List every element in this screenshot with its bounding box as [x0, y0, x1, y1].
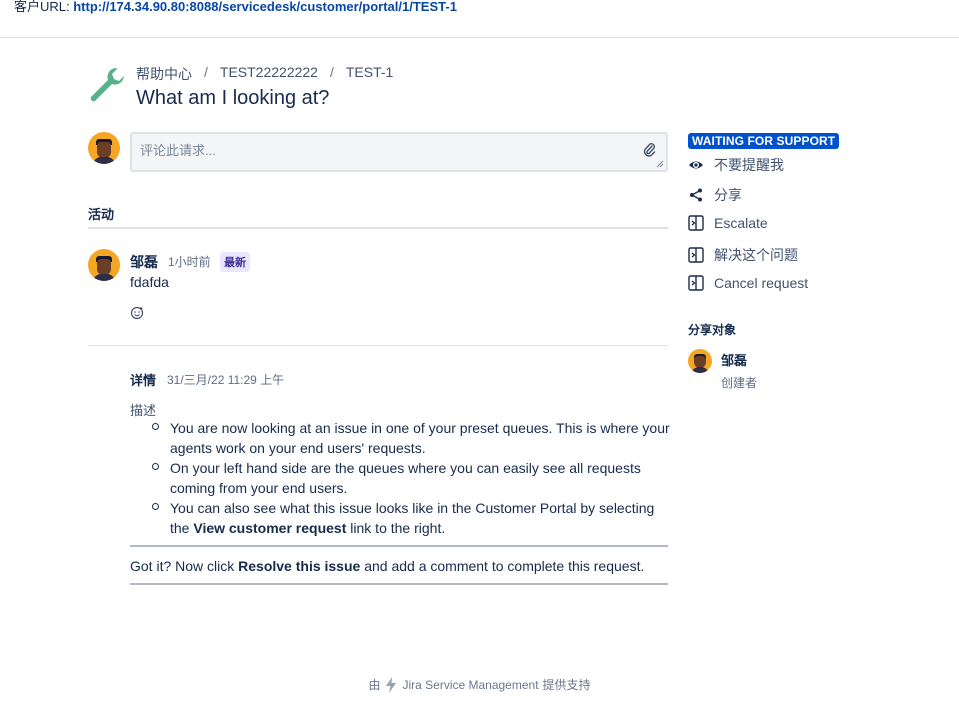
breadcrumb-separator: / — [204, 64, 208, 80]
customer-url-bar: 客户URL: http://174.34.90.80:8088/serviced… — [0, 0, 959, 38]
resize-handle-icon[interactable] — [656, 160, 664, 168]
details-time: 31/三月/22 11:29 上午 — [167, 373, 285, 387]
escalate-button[interactable]: Escalate — [688, 215, 768, 231]
footer-text: Got it? Now click — [130, 558, 239, 574]
status-badge: WAITING FOR SUPPORT — [688, 133, 840, 149]
footer-prefix: 由 — [368, 678, 381, 692]
breadcrumb-project[interactable]: TEST22222222 — [220, 64, 318, 84]
list-item: On your left hand side are the queues wh… — [130, 458, 670, 498]
paperclip-icon[interactable] — [642, 142, 656, 158]
shared-user-name: 邹磊 — [721, 353, 748, 368]
transition-icon — [688, 247, 704, 263]
action-label: 分享 — [714, 187, 742, 203]
comment-time: 1小时前 — [168, 255, 211, 269]
shared-with-heading: 分享对象 — [688, 323, 737, 337]
description-label: 描述 — [130, 403, 157, 418]
customer-url-line: 客户URL: http://174.34.90.80:8088/serviced… — [14, 0, 457, 14]
horizontal-rule — [130, 583, 668, 585]
footer-suffix: 提供支持 — [542, 678, 591, 692]
jira-logo-icon — [386, 676, 397, 693]
current-user-avatar — [88, 132, 120, 164]
list-item-text: link to the right. — [346, 520, 446, 536]
share-button[interactable]: 分享 — [688, 185, 742, 205]
shared-user-role: 创建者 — [721, 376, 758, 390]
dont-notify-button[interactable]: 不要提醒我 — [688, 155, 784, 175]
breadcrumb-issue[interactable]: TEST-1 — [346, 64, 393, 84]
eye-icon — [689, 161, 703, 169]
description-footer: Got it? Now click Resolve this issue and… — [130, 558, 644, 574]
action-label: 不要提醒我 — [714, 157, 784, 173]
powered-by-footer: 由 Jira Service Management 提供支持 — [0, 676, 959, 693]
shared-user-avatar — [688, 349, 712, 373]
action-label: Cancel request — [714, 275, 809, 291]
list-item: You are now looking at an issue in one o… — [130, 418, 670, 458]
cancel-request-button[interactable]: Cancel request — [688, 275, 808, 291]
transition-icon — [688, 275, 704, 291]
comment-author: 邹磊 — [130, 254, 158, 270]
list-item: You can also see what this issue looks l… — [130, 498, 670, 538]
breadcrumb-help-center[interactable]: 帮助中心 — [136, 64, 192, 84]
latest-badge: 最新 — [220, 252, 250, 272]
footer-text: and add a comment to complete this reque… — [360, 558, 645, 574]
activity-divider — [88, 227, 668, 229]
customer-url-label: 客户URL: — [14, 0, 74, 14]
footer-product[interactable]: Jira Service Management — [402, 678, 538, 692]
action-label: 解决这个问题 — [714, 247, 798, 263]
breadcrumb-separator: / — [329, 64, 334, 80]
comment-input[interactable]: 评论此请求... — [130, 132, 668, 172]
view-customer-request-text: View customer request — [193, 520, 347, 536]
wrench-icon — [90, 68, 124, 102]
details-label: 详情 — [130, 373, 157, 388]
description-list: You are now looking at an issue in one o… — [130, 418, 670, 538]
activity-heading: 活动 — [88, 207, 115, 222]
horizontal-rule — [130, 545, 668, 547]
resolve-issue-text: Resolve this issue — [238, 558, 361, 574]
emoji-reaction-icon[interactable] — [130, 306, 144, 320]
breadcrumb: 帮助中心 / TEST22222222 / TEST-1 — [136, 64, 393, 84]
share-icon — [690, 188, 702, 202]
comment-text: fdafda — [130, 274, 169, 290]
page-title: What am I looking at? — [136, 87, 330, 109]
comment-author-avatar — [88, 249, 120, 281]
comment-placeholder: 评论此请求... — [140, 143, 216, 158]
transition-icon — [688, 215, 704, 231]
resolve-issue-button[interactable]: 解决这个问题 — [688, 245, 798, 265]
action-label: Escalate — [714, 215, 768, 231]
customer-url-link[interactable]: http://174.34.90.80:8088/servicedesk/cus… — [73, 0, 457, 14]
section-divider — [88, 345, 668, 346]
